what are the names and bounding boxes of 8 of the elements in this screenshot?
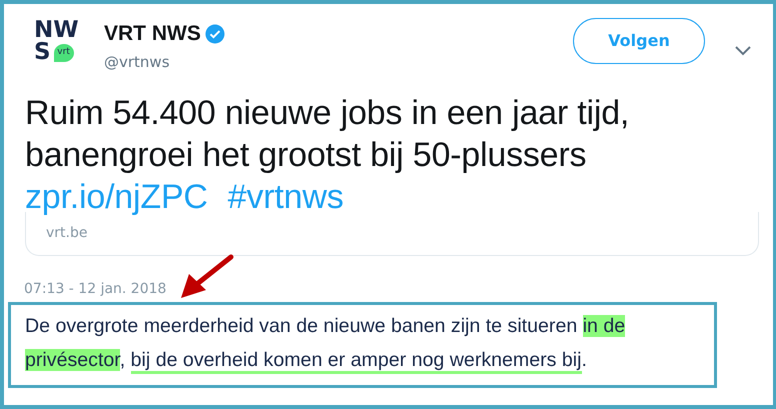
- arrow-drawing: [179, 254, 235, 300]
- account-name: VRT NWS: [104, 22, 201, 46]
- card-domain: vrt.be: [46, 226, 88, 240]
- account-handle[interactable]: @vrtnws: [104, 51, 225, 74]
- follow-button[interactable]: Volgen: [573, 18, 705, 64]
- chevron-down-icon[interactable]: [735, 46, 751, 56]
- avatar-logo: NW S vrt: [33, 16, 80, 67]
- tweet-timestamp: 07:13 - 12 jan. 2018: [24, 282, 168, 296]
